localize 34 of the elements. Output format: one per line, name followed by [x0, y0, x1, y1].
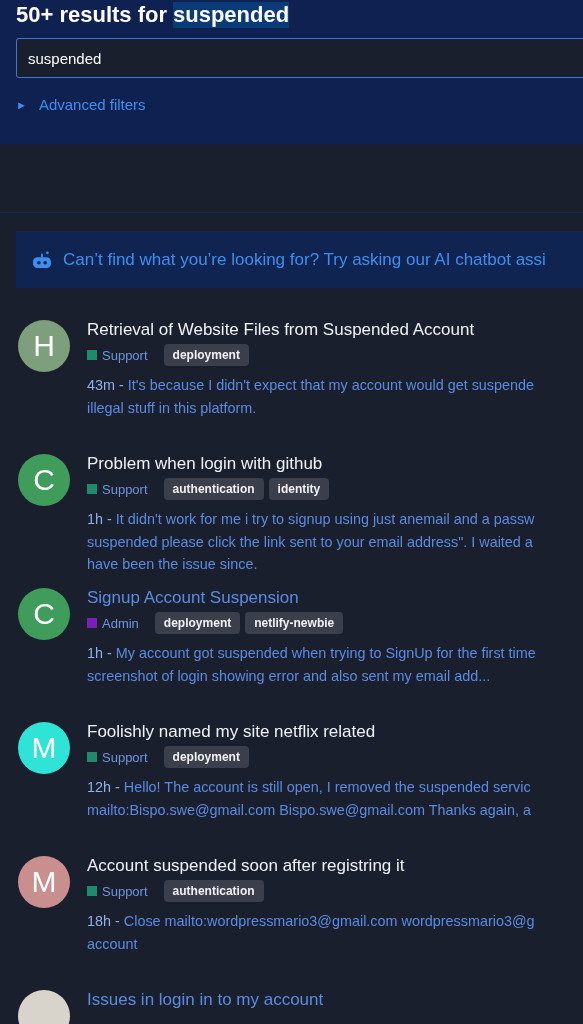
result-excerpt: 43m - It's because I didn't expect that my account would get suspende illegal stuff in this platform. — [87, 376, 535, 418]
tag-chip[interactable]: netlify-newbie — [245, 612, 344, 634]
category-link[interactable]: Support — [87, 749, 148, 765]
tag-chip[interactable]: deployment — [154, 612, 241, 634]
tag-chip[interactable]: authentication — [163, 880, 264, 902]
tag-chip[interactable]: deployment — [163, 746, 249, 768]
result-excerpt: 12h - Hello! The account is still open, I removed the suspended servic mailto:Bispo.swe@gmail.com Bispo.swe@gmail.com Thanks again, a — [87, 778, 532, 820]
result-excerpt: 18h - Close mailto:wordpressmario3@gmail.com wordpressmario3@g account — [87, 912, 535, 954]
tag-chip[interactable]: authentication — [163, 478, 264, 500]
result-title-link[interactable]: Issues in login in to my account — [87, 990, 324, 1010]
avatar: M — [18, 856, 70, 908]
avatar: H — [18, 320, 70, 372]
result-title-link[interactable]: Account suspended soon after registring it — [87, 856, 535, 876]
result-excerpt: 1h - My account got suspended when trying to SignUp for the first time screenshot of login showing error and also sent my email add... — [87, 644, 536, 686]
avatar: C — [18, 454, 70, 506]
avatar: M — [18, 722, 70, 774]
chatbot-link[interactable]: Can’t find what you’re looking for? Try asking our AI chatbot assi — [63, 249, 546, 270]
tag-chip[interactable]: deployment — [163, 344, 249, 366]
result-title-link[interactable]: Problem when login with github — [87, 454, 535, 474]
category-link[interactable]: Support — [87, 883, 148, 899]
avatar: C — [18, 588, 70, 640]
result-excerpt: 1h - It didn't work for me i try to signup using just anemail and a passw suspended please click the link sent to your email address". I waited a have been the issue since. — [87, 510, 535, 574]
advanced-filters-toggle[interactable]: ► Advanced filters — [16, 96, 146, 113]
result-title-link[interactable]: Signup Account Suspension — [87, 588, 536, 608]
robot-icon — [31, 250, 53, 269]
category-link[interactable]: Support — [87, 481, 148, 497]
query-highlight: suspended — [173, 2, 290, 28]
result-title-link[interactable]: Retrieval of Website Files from Suspended Account — [87, 320, 535, 340]
search-field[interactable]: suspended — [16, 38, 583, 78]
results-heading: 50+ results for — [16, 2, 167, 28]
tag-chip[interactable]: identity — [268, 478, 330, 500]
category-link[interactable]: Support — [87, 347, 148, 363]
category-link[interactable]: Admin — [87, 615, 139, 631]
result-title-link[interactable]: Foolishly named my site netflix related — [87, 722, 532, 742]
